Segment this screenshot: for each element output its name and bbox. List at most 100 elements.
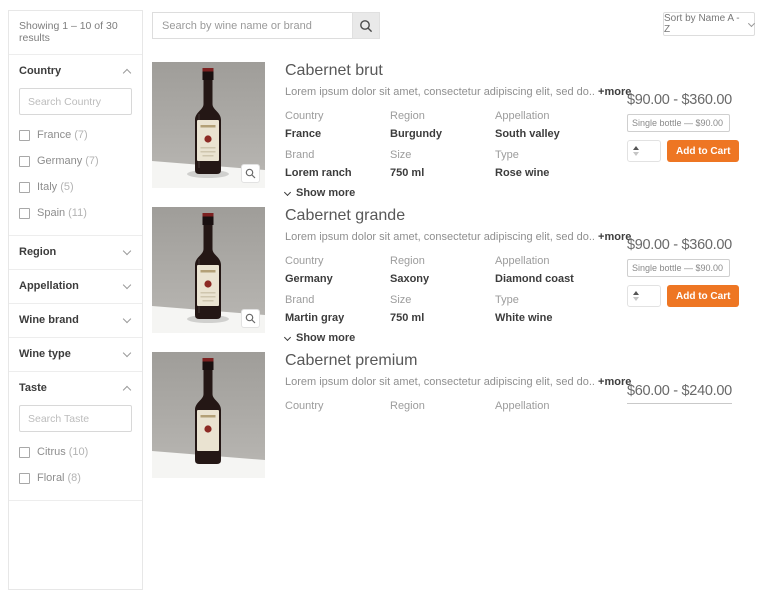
filter-option-count: (8): [67, 472, 81, 484]
wine-bottle-photo: [152, 352, 265, 478]
checkbox-icon[interactable]: [19, 129, 30, 141]
country-search-input[interactable]: [19, 88, 132, 115]
search-button[interactable]: [352, 12, 380, 39]
attribute-value: Germany: [285, 273, 333, 285]
chevron-up-icon: [122, 385, 132, 394]
filter-section-country-header[interactable]: Country: [9, 55, 142, 86]
filter-section-label: Appellation: [19, 280, 79, 292]
filter-section-taste-header[interactable]: Taste: [9, 372, 142, 403]
product-title: Cabernet premium: [285, 352, 418, 369]
attribute-value: Burgundy: [390, 128, 442, 140]
checkbox-icon[interactable]: [19, 207, 30, 219]
product-purchase-panel: $60.00 - $240.00: [627, 382, 755, 404]
attribute-label: Country: [285, 255, 324, 267]
attribute-value: White wine: [495, 312, 553, 324]
filter-option-count: (11): [68, 207, 87, 219]
attribute-value: 750 ml: [390, 312, 425, 324]
filter-option-citrus[interactable]: Citrus (10): [9, 446, 142, 458]
stepper-up-icon[interactable]: [633, 291, 639, 295]
stepper-down-icon[interactable]: [633, 152, 639, 156]
add-to-cart-button[interactable]: Add to Cart: [667, 285, 740, 307]
product-attributes: Country Germany Region Saxony Appellation D…: [285, 246, 620, 324]
magnifier-icon: [245, 313, 256, 324]
sort-dropdown[interactable]: Sort by Name A - Z: [663, 12, 756, 36]
attribute-label: Type: [495, 294, 519, 306]
product-purchase-panel: $90.00 - $360.00 Single bottle — $90.00 …: [627, 92, 755, 162]
filter-section-wine-type: Wine type: [9, 338, 142, 372]
filter-option-count: (5): [60, 181, 74, 193]
wine-search-bar: [152, 12, 380, 39]
filter-option-spain[interactable]: Spain (11): [9, 207, 142, 219]
filter-section-wine-brand-header[interactable]: Wine brand: [9, 304, 142, 335]
show-more-toggle[interactable]: Show more: [283, 332, 355, 344]
wine-search-input[interactable]: [152, 12, 352, 39]
filter-option-germany[interactable]: Germany (7): [9, 155, 142, 167]
attribute-label: Appellation: [495, 255, 550, 267]
filter-section-label: Region: [19, 246, 57, 258]
attribute-label: Country: [285, 110, 324, 122]
filter-section-wine-type-header[interactable]: Wine type: [9, 338, 142, 369]
show-more-toggle[interactable]: Show more: [283, 187, 355, 199]
filter-section-label: Wine type: [19, 348, 71, 360]
price-range: $90.00 - $360.00: [627, 237, 732, 253]
attribute-value: 750 ml: [390, 167, 425, 179]
product-image[interactable]: [152, 352, 265, 478]
attribute-label: Brand: [285, 294, 315, 306]
filter-option-label: Citrus: [37, 446, 66, 458]
taste-search-input[interactable]: [19, 405, 132, 432]
filter-section-wine-brand: Wine brand: [9, 304, 142, 338]
attribute-label: Brand: [285, 149, 315, 161]
checkbox-icon[interactable]: [19, 472, 30, 484]
filter-option-label: Floral: [37, 472, 65, 484]
chevron-down-icon: [122, 246, 132, 256]
attribute-label: Appellation: [495, 400, 550, 412]
filter-section-region-header[interactable]: Region: [9, 236, 142, 267]
quantity-input[interactable]: [642, 142, 658, 160]
price-range: $60.00 - $240.00: [627, 383, 732, 404]
filter-option-france[interactable]: France (7): [9, 129, 142, 141]
filter-option-italy[interactable]: Italy (5): [9, 181, 142, 193]
variant-select[interactable]: Single bottle — $90.00: [627, 259, 730, 277]
quantity-input[interactable]: [642, 287, 658, 305]
product-image[interactable]: [152, 207, 265, 333]
results-count: Showing 1 – 10 of 30 results: [9, 11, 142, 55]
sort-dropdown-label: Sort by Name A - Z: [664, 13, 740, 35]
stepper-down-icon[interactable]: [633, 297, 639, 301]
product-info: Cabernet brut Lorem ipsum dolor sit amet…: [283, 62, 631, 200]
chevron-down-icon: [122, 314, 132, 324]
filter-section-country: Country France (7) Germany (7) Italy (5)…: [9, 55, 142, 236]
filter-section-region: Region: [9, 236, 142, 270]
chevron-up-icon: [122, 68, 132, 77]
quantity-stepper[interactable]: [627, 285, 661, 307]
filter-section-label: Taste: [19, 382, 47, 394]
product-attributes: Country Region Appellation: [285, 391, 620, 412]
variant-select[interactable]: Single bottle — $90.00: [627, 114, 730, 132]
filter-option-floral[interactable]: Floral (8): [9, 472, 142, 484]
chevron-down-icon: [122, 280, 132, 290]
product-description: Lorem ipsum dolor sit amet, consectetur …: [285, 376, 632, 388]
checkbox-icon[interactable]: [19, 155, 30, 167]
filter-section-taste: Taste Citrus (10) Floral (8): [9, 372, 142, 501]
add-to-cart-button[interactable]: Add to Cart: [667, 140, 740, 162]
checkbox-icon[interactable]: [19, 446, 30, 458]
attribute-value: France: [285, 128, 322, 140]
filter-option-label: France: [37, 129, 72, 141]
chevron-down-icon: [283, 333, 292, 341]
filter-section-label: Wine brand: [19, 314, 79, 326]
image-zoom-button[interactable]: [241, 164, 260, 183]
checkbox-icon[interactable]: [19, 181, 30, 193]
attribute-value: Diamond coast: [495, 273, 574, 285]
filter-option-label: Italy: [37, 181, 58, 193]
filter-section-appellation-header[interactable]: Appellation: [9, 270, 142, 301]
search-icon: [360, 19, 373, 32]
quantity-stepper[interactable]: [627, 140, 661, 162]
product-image[interactable]: [152, 62, 265, 188]
product-description: Lorem ipsum dolor sit amet, consectetur …: [285, 231, 632, 243]
filter-section-appellation: Appellation: [9, 270, 142, 304]
product-card: Cabernet grande Lorem ipsum dolor sit am…: [152, 207, 755, 344]
filter-option-count: (7): [85, 155, 99, 167]
filter-section-label: Country: [19, 65, 62, 77]
stepper-up-icon[interactable]: [633, 146, 639, 150]
attribute-value: Saxony: [390, 273, 430, 285]
image-zoom-button[interactable]: [241, 309, 260, 328]
